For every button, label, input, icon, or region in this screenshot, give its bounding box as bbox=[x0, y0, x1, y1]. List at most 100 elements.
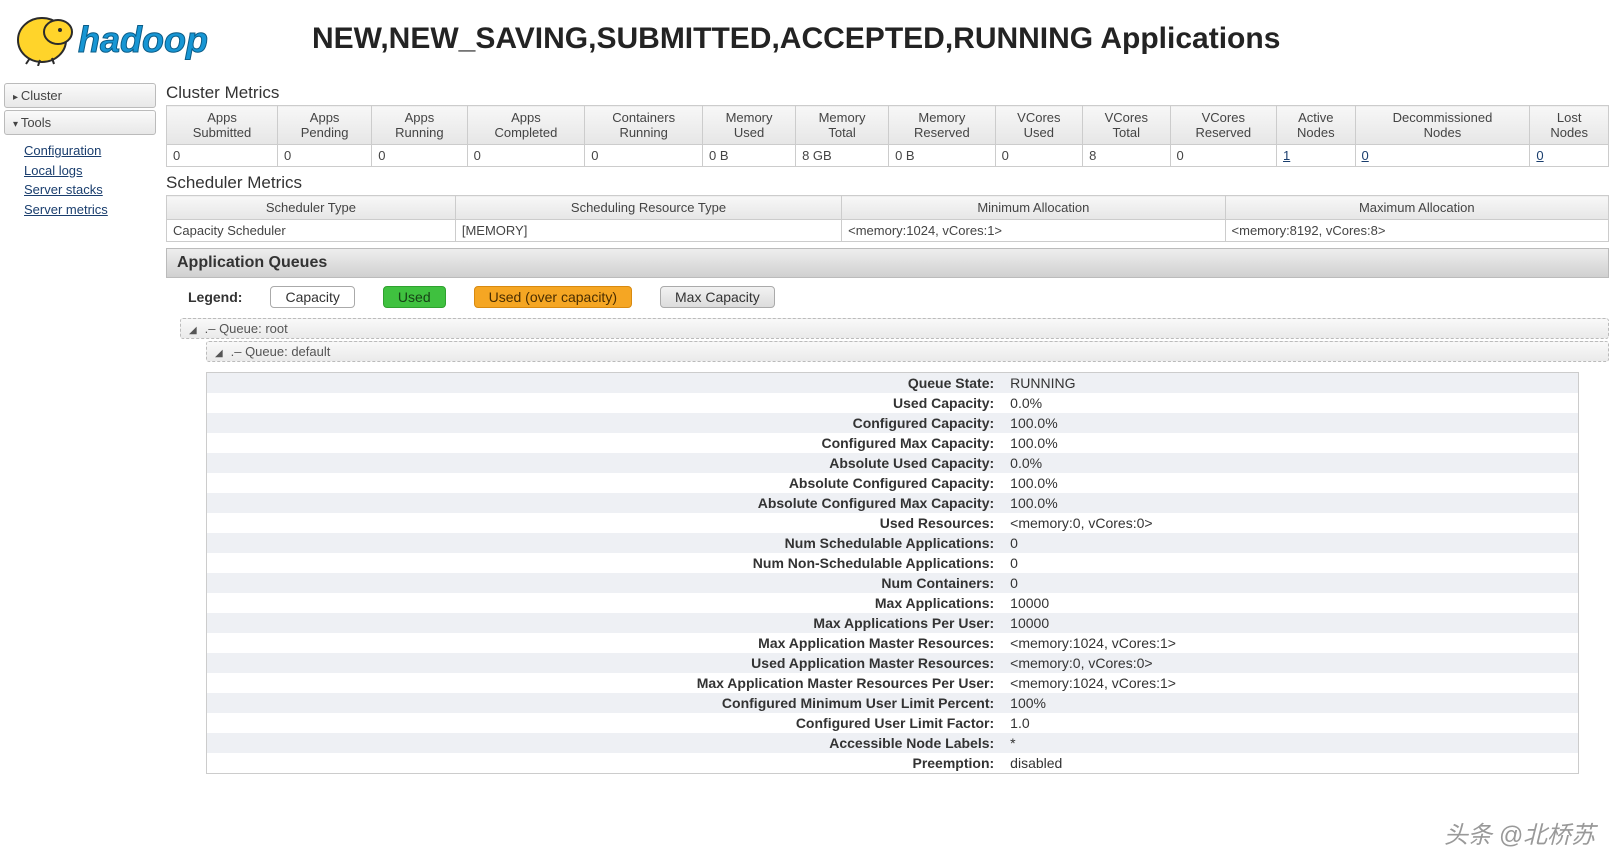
cluster-cell: 0 bbox=[278, 145, 372, 167]
detail-key: Queue State: bbox=[207, 373, 1002, 393]
scheduler-metrics-title: Scheduler Metrics bbox=[166, 173, 1609, 193]
detail-value: 1.0 bbox=[1002, 713, 1578, 733]
detail-key: Num Containers: bbox=[207, 573, 1002, 593]
detail-key: Configured Capacity: bbox=[207, 413, 1002, 433]
nav-link-server-metrics[interactable]: Server metrics bbox=[24, 200, 156, 220]
detail-row: Configured User Limit Factor:1.0 bbox=[207, 713, 1578, 733]
svg-text:hadoop: hadoop bbox=[78, 19, 208, 60]
expand-icon[interactable]: ◢ bbox=[189, 325, 199, 336]
detail-key: Num Schedulable Applications: bbox=[207, 533, 1002, 553]
nav-section-cluster[interactable]: Cluster bbox=[4, 83, 156, 108]
detail-key: Max Application Master Resources: bbox=[207, 633, 1002, 653]
cluster-col-header: VCoresTotal bbox=[1083, 106, 1170, 145]
cluster-cell: 0 B bbox=[703, 145, 796, 167]
detail-row: Absolute Used Capacity:0.0% bbox=[207, 453, 1578, 473]
legend-row: Legend: Capacity Used Used (over capacit… bbox=[166, 278, 1609, 316]
expand-icon[interactable]: ◢ bbox=[215, 348, 225, 359]
detail-value: <memory:1024, vCores:1> bbox=[1002, 633, 1578, 653]
legend-max-capacity: Max Capacity bbox=[660, 286, 775, 308]
detail-row: Max Application Master Resources:<memory… bbox=[207, 633, 1578, 653]
cluster-cell[interactable]: 0 bbox=[1355, 145, 1530, 167]
detail-value: 100.0% bbox=[1002, 433, 1578, 453]
scheduler-cell: [MEMORY] bbox=[455, 220, 841, 242]
legend-capacity: Capacity bbox=[270, 286, 354, 308]
detail-value: <memory:0, vCores:0> bbox=[1002, 513, 1578, 533]
cluster-link[interactable]: 0 bbox=[1362, 148, 1369, 163]
app-queues-header: Application Queues bbox=[166, 248, 1609, 278]
legend-over-capacity: Used (over capacity) bbox=[474, 286, 632, 308]
hadoop-logo: hadoop bbox=[12, 8, 282, 69]
nav-section-tools[interactable]: Tools bbox=[4, 110, 156, 135]
detail-value: * bbox=[1002, 733, 1578, 753]
detail-value: 10000 bbox=[1002, 613, 1578, 633]
legend-used: Used bbox=[383, 286, 446, 308]
detail-key: Max Applications Per User: bbox=[207, 613, 1002, 633]
detail-value: 100.0% bbox=[1002, 413, 1578, 433]
cluster-col-header: MemoryUsed bbox=[703, 106, 796, 145]
nav-link-server-stacks[interactable]: Server stacks bbox=[24, 180, 156, 200]
detail-value: 100% bbox=[1002, 693, 1578, 713]
watermark-text: 头条 @北桥苏 bbox=[1444, 815, 1595, 850]
detail-key: Preemption: bbox=[207, 753, 1002, 773]
detail-value: 0 bbox=[1002, 533, 1578, 553]
detail-key: Configured User Limit Factor: bbox=[207, 713, 1002, 733]
detail-key: Used Resources: bbox=[207, 513, 1002, 533]
cluster-col-header: MemoryTotal bbox=[796, 106, 889, 145]
cluster-cell: 0 B bbox=[889, 145, 996, 167]
cluster-cell: 0 bbox=[995, 145, 1082, 167]
detail-key: Absolute Configured Capacity: bbox=[207, 473, 1002, 493]
scheduler-col-header: Scheduling Resource Type bbox=[455, 196, 841, 220]
nav-link-local-logs[interactable]: Local logs bbox=[24, 161, 156, 181]
detail-key: Configured Max Capacity: bbox=[207, 433, 1002, 453]
detail-key: Configured Minimum User Limit Percent: bbox=[207, 693, 1002, 713]
detail-row: Used Resources:<memory:0, vCores:0> bbox=[207, 513, 1578, 533]
queue-tree-node[interactable]: ◢ .– Queue: default bbox=[206, 341, 1609, 362]
cluster-cell[interactable]: 1 bbox=[1277, 145, 1355, 167]
sidebar-nav: ClusterToolsConfigurationLocal logsServe… bbox=[0, 77, 160, 794]
detail-row: Used Application Master Resources:<memor… bbox=[207, 653, 1578, 673]
cluster-link[interactable]: 1 bbox=[1283, 148, 1290, 163]
detail-key: Used Capacity: bbox=[207, 393, 1002, 413]
cluster-cell: 8 GB bbox=[796, 145, 889, 167]
cluster-col-header: MemoryReserved bbox=[889, 106, 996, 145]
detail-row: Accessible Node Labels:* bbox=[207, 733, 1578, 753]
cluster-cell: 0 bbox=[585, 145, 703, 167]
detail-row: Absolute Configured Max Capacity:100.0% bbox=[207, 493, 1578, 513]
nav-link-configuration[interactable]: Configuration bbox=[24, 141, 156, 161]
detail-row: Configured Capacity:100.0% bbox=[207, 413, 1578, 433]
scheduler-col-header: Scheduler Type bbox=[167, 196, 456, 220]
detail-key: Max Application Master Resources Per Use… bbox=[207, 673, 1002, 693]
detail-value: 0 bbox=[1002, 553, 1578, 573]
detail-row: Max Application Master Resources Per Use… bbox=[207, 673, 1578, 693]
detail-key: Num Non-Schedulable Applications: bbox=[207, 553, 1002, 573]
detail-value: 100.0% bbox=[1002, 493, 1578, 513]
scheduler-col-header: Minimum Allocation bbox=[842, 196, 1225, 220]
legend-title: Legend: bbox=[188, 289, 242, 305]
detail-row: Used Capacity:0.0% bbox=[207, 393, 1578, 413]
cluster-col-header: ActiveNodes bbox=[1277, 106, 1355, 145]
cluster-col-header: AppsPending bbox=[278, 106, 372, 145]
cluster-col-header: AppsRunning bbox=[372, 106, 467, 145]
queue-tree-node[interactable]: ◢ .– Queue: root bbox=[180, 318, 1609, 339]
detail-row: Num Containers:0 bbox=[207, 573, 1578, 593]
detail-value: RUNNING bbox=[1002, 373, 1578, 393]
detail-key: Max Applications: bbox=[207, 593, 1002, 613]
detail-row: Preemption:disabled bbox=[207, 753, 1578, 773]
queue-node-label: .– Queue: default bbox=[227, 344, 330, 359]
cluster-cell: 8 bbox=[1083, 145, 1170, 167]
queue-details-panel: Queue State:RUNNINGUsed Capacity:0.0%Con… bbox=[206, 372, 1579, 774]
detail-value: disabled bbox=[1002, 753, 1578, 773]
cluster-cell[interactable]: 0 bbox=[1530, 145, 1609, 167]
cluster-cell: 0 bbox=[167, 145, 278, 167]
detail-value: 0.0% bbox=[1002, 393, 1578, 413]
cluster-link[interactable]: 0 bbox=[1536, 148, 1543, 163]
scheduler-cell: <memory:8192, vCores:8> bbox=[1225, 220, 1608, 242]
detail-value: 0 bbox=[1002, 573, 1578, 593]
cluster-col-header: DecommissionedNodes bbox=[1355, 106, 1530, 145]
detail-row: Max Applications:10000 bbox=[207, 593, 1578, 613]
cluster-col-header: VCoresUsed bbox=[995, 106, 1082, 145]
detail-key: Absolute Configured Max Capacity: bbox=[207, 493, 1002, 513]
detail-key: Absolute Used Capacity: bbox=[207, 453, 1002, 473]
detail-value: 10000 bbox=[1002, 593, 1578, 613]
cluster-cell: 0 bbox=[372, 145, 467, 167]
